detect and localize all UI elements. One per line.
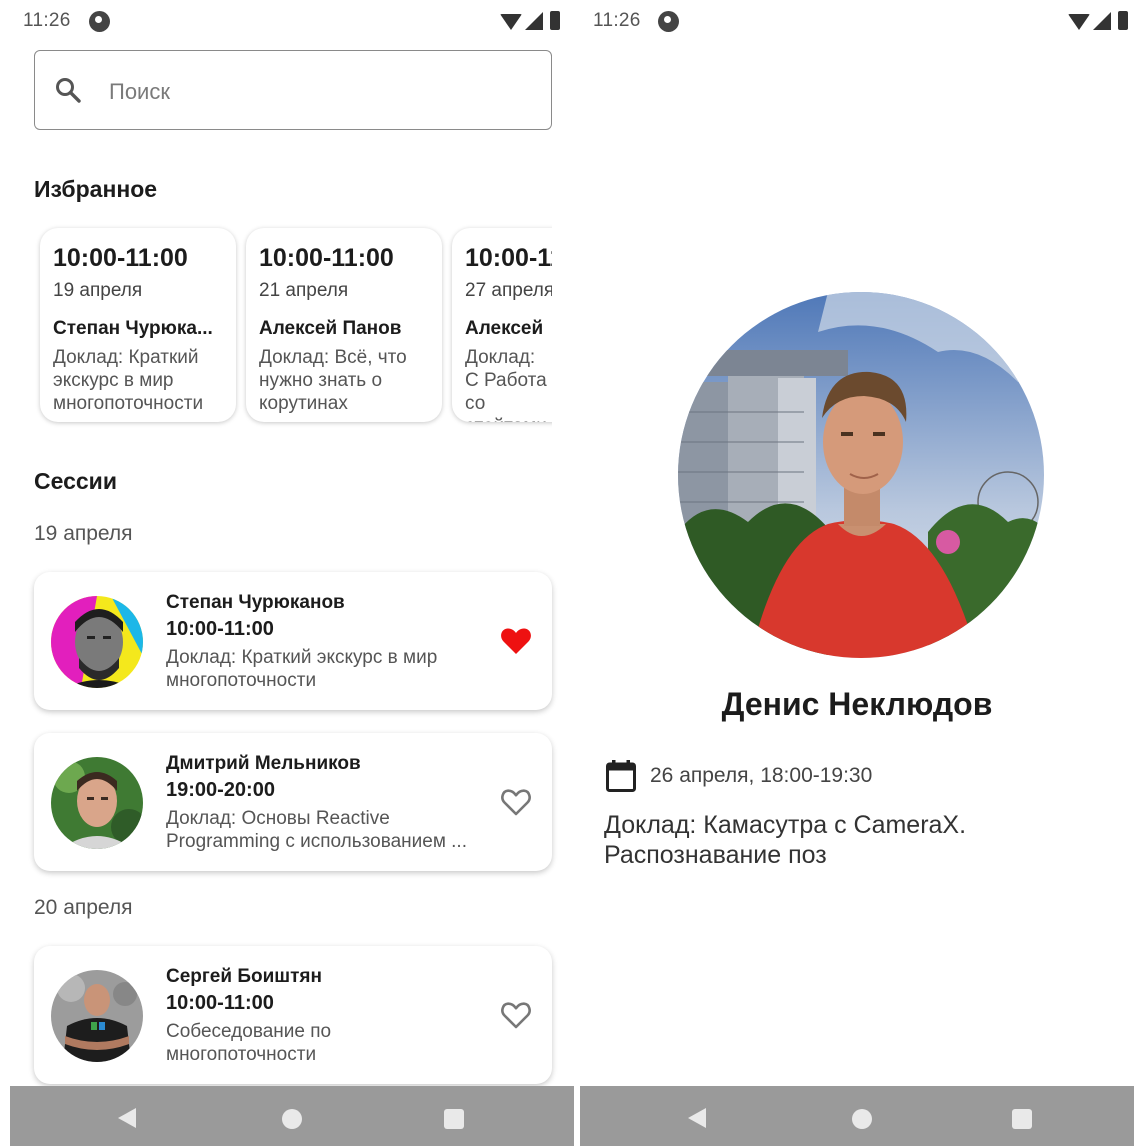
recents-icon[interactable]	[1012, 1109, 1032, 1129]
session-description: Доклад: Краткий экскурс в мир многопоточ…	[166, 647, 438, 691]
speaker-name: Денис Неклюдов	[721, 686, 993, 722]
favorites-carousel[interactable]: 10:00-11:00 19 апреля Степан Чурюка... Д…	[34, 222, 552, 432]
wifi-icon	[500, 14, 522, 30]
favorite-speaker: Алексей	[465, 318, 544, 339]
status-bar: 11:26	[10, 0, 574, 46]
session-card[interactable]: Дмитрий Мельников 19:00-20:00 Доклад: Ос…	[34, 733, 552, 871]
favorite-date: 27 апреля	[465, 280, 552, 301]
session-description-line: Programming с использованием ...	[166, 831, 467, 852]
favorite-time: 10:00-11:00	[465, 244, 552, 272]
favorite-card[interactable]: 10:00-11:00 27 апреля Алексей Доклад: С …	[452, 228, 552, 422]
recents-icon[interactable]	[444, 1109, 464, 1129]
session-speaker: Степан Чурюканов	[166, 592, 345, 613]
session-time: 19:00-20:00	[166, 779, 275, 801]
signal-icon	[525, 12, 543, 30]
search-input[interactable]: Поиск	[34, 50, 552, 130]
favorite-date: 21 апреля	[259, 280, 349, 301]
heart-outline-icon[interactable]	[500, 1000, 532, 1030]
back-icon[interactable]	[688, 1108, 706, 1128]
session-description: Доклад: Основы Reactive Programming с ис…	[166, 807, 486, 853]
session-datetime: 26 апреля, 18:00-19:30	[650, 764, 873, 787]
speaker-detail-screen: 11:26 Денис Неклюдов 26 апреля, 18:00-19…	[580, 0, 1134, 1146]
status-time: 11:26	[593, 10, 641, 31]
heart-filled-icon[interactable]	[500, 626, 532, 656]
session-card[interactable]: Степан Чурюканов 10:00-11:00 Доклад: Кра…	[34, 572, 552, 710]
talk-description: Доклад: Камасутра с CameraX. Распознаван…	[604, 811, 967, 869]
session-speaker: Сергей Боиштян	[166, 966, 322, 987]
battery-icon	[550, 11, 560, 30]
status-icons	[1068, 11, 1128, 30]
status-bar: 11:26	[580, 0, 1134, 46]
favorite-card[interactable]: 10:00-11:00 19 апреля Степан Чурюка... Д…	[40, 228, 236, 422]
wifi-icon	[1068, 14, 1090, 30]
favorite-date: 19 апреля	[53, 280, 143, 301]
calendar-icon	[606, 760, 636, 792]
favorite-speaker: Степан Чурюка...	[53, 318, 213, 339]
favorite-description: Доклад: С Работа со стейтами	[465, 347, 547, 422]
favorite-time: 10:00-11:00	[259, 244, 394, 272]
session-speaker: Дмитрий Мельников	[166, 753, 361, 774]
favorite-description: Доклад: Краткий экскурс в мир многопоточ…	[53, 347, 204, 414]
favorite-time: 10:00-11:00	[53, 244, 188, 272]
favorite-description: Доклад: Всё, что нужно знать о корутинах	[259, 347, 407, 414]
favorites-title: Избранное	[34, 176, 158, 202]
battery-icon	[1118, 11, 1128, 30]
session-time: 10:00-11:00	[166, 992, 274, 1014]
search-icon	[56, 78, 81, 103]
speaker-photo	[678, 292, 1044, 658]
favorite-card[interactable]: 10:00-11:00 21 апреля Алексей Панов Докл…	[246, 228, 442, 422]
app-notification-icon	[658, 11, 679, 32]
heart-outline-icon[interactable]	[500, 787, 532, 817]
back-icon[interactable]	[118, 1108, 136, 1128]
date-heading: 20 апреля	[34, 896, 133, 919]
avatar	[51, 757, 143, 849]
status-time: 11:26	[23, 10, 71, 31]
navigation-bar	[10, 1086, 574, 1146]
home-icon[interactable]	[852, 1109, 872, 1129]
session-card[interactable]: Сергей Боиштян 10:00-11:00 Собеседование…	[34, 946, 552, 1084]
navigation-bar	[580, 1086, 1134, 1146]
app-notification-icon	[89, 11, 110, 32]
status-icons	[500, 11, 560, 30]
signal-icon	[1093, 12, 1111, 30]
home-icon[interactable]	[282, 1109, 302, 1129]
date-heading: 19 апреля	[34, 522, 133, 545]
sessions-title: Сессии	[34, 468, 117, 494]
search-placeholder: Поиск	[109, 79, 170, 104]
favorite-speaker: Алексей Панов	[259, 318, 402, 339]
avatar	[51, 970, 143, 1062]
avatar	[51, 596, 143, 688]
session-description-line: Доклад: Основы Reactive	[166, 808, 390, 829]
session-description: Собеседование по многопоточности	[166, 1021, 332, 1065]
sessions-screen: 11:26 Поиск Избранное 10:00-11:00 19 апр…	[10, 0, 574, 1146]
session-time: 10:00-11:00	[166, 618, 274, 640]
